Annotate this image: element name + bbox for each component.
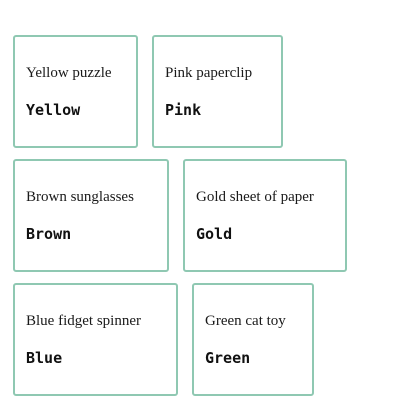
item-name: Pink paperclip xyxy=(165,65,253,81)
item-name: Yellow puzzle xyxy=(26,65,112,81)
item-card-grid: Yellow puzzle Yellow Pink paperclip Pink… xyxy=(0,0,400,410)
item-name: Green cat toy xyxy=(205,313,286,329)
item-color: Yellow xyxy=(26,101,81,119)
item-name: Brown sunglasses xyxy=(26,189,134,205)
item-name: Blue fidget spinner xyxy=(26,313,141,329)
item-name: Gold sheet of paper xyxy=(196,189,314,205)
item-color: Pink xyxy=(165,101,202,119)
item-card: Gold sheet of paper Gold xyxy=(183,159,347,272)
item-color: Blue xyxy=(26,349,63,367)
item-card: Green cat toy Green xyxy=(192,283,314,396)
item-color: Brown xyxy=(26,225,72,243)
item-color: Green xyxy=(205,349,251,367)
item-card: Blue fidget spinner Blue xyxy=(13,283,178,396)
item-card: Yellow puzzle Yellow xyxy=(13,35,138,148)
item-card: Pink paperclip Pink xyxy=(152,35,283,148)
item-card: Brown sunglasses Brown xyxy=(13,159,169,272)
item-color: Gold xyxy=(196,225,233,243)
